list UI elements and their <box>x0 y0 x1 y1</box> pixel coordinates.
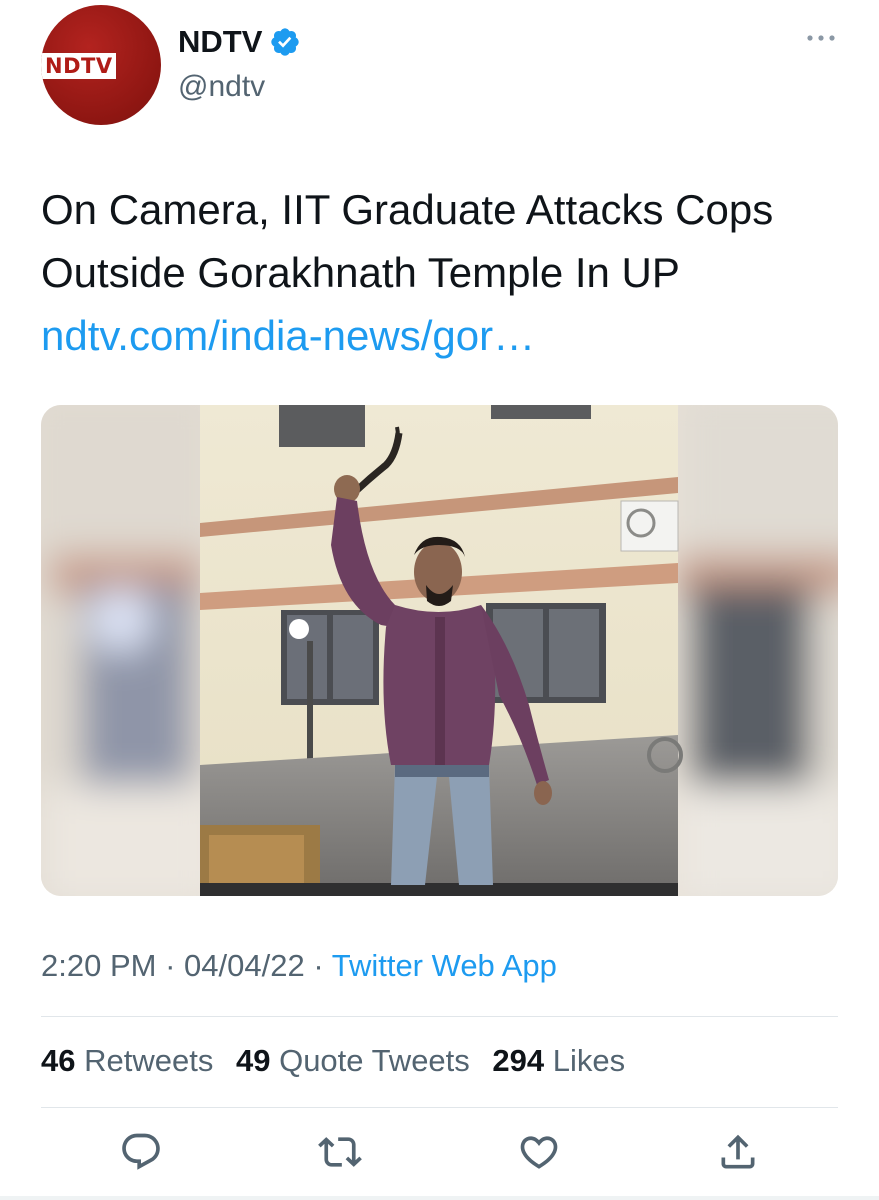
tweet-text: On Camera, IIT Graduate Attacks Cops Out… <box>41 178 841 367</box>
meta-separator: · <box>165 948 176 983</box>
avatar-logo-text: NDTV <box>41 53 116 79</box>
share-icon[interactable] <box>716 1130 760 1174</box>
author-display-name[interactable]: NDTV <box>178 24 262 60</box>
retweets-label: Retweets <box>84 1043 214 1078</box>
author-name-row: NDTV <box>178 24 301 60</box>
verified-badge-icon <box>271 28 300 56</box>
tweet-body: On Camera, IIT Graduate Attacks Cops Out… <box>41 186 774 296</box>
like-icon[interactable] <box>517 1130 561 1174</box>
meta-separator: · <box>313 948 324 983</box>
quote-tweets-label: Quote Tweets <box>279 1043 470 1078</box>
tweet-media-video[interactable] <box>41 405 838 896</box>
tweet-time[interactable]: 2:20 PM <box>41 948 156 983</box>
video-frame <box>41 405 838 896</box>
quote-tweets-stat[interactable]: 49 Quote Tweets <box>236 1043 470 1078</box>
likes-label: Likes <box>552 1043 626 1078</box>
retweets-stat[interactable]: 46 Retweets <box>41 1043 213 1078</box>
tweet-actions <box>0 1130 879 1180</box>
divider <box>41 1016 838 1017</box>
author-handle[interactable]: @ndtv <box>178 70 265 104</box>
avatar[interactable]: NDTV <box>41 5 161 125</box>
divider <box>41 1107 838 1108</box>
tweet-stats: 46 Retweets 49 Quote Tweets 294 Likes <box>41 1043 639 1079</box>
bottom-divider <box>0 1196 879 1200</box>
tweet-link[interactable]: ndtv.com/india-news/gor… <box>41 312 535 359</box>
ndtv-logo: NDTV <box>41 53 161 79</box>
quote-tweets-count: 49 <box>235 1043 271 1078</box>
more-options-icon[interactable] <box>803 30 839 46</box>
likes-stat[interactable]: 294 Likes <box>492 1043 625 1078</box>
likes-count: 294 <box>492 1043 545 1078</box>
tweet-date[interactable]: 04/04/22 <box>184 948 305 983</box>
reply-icon[interactable] <box>119 1130 163 1174</box>
tweet-source[interactable]: Twitter Web App <box>332 948 557 983</box>
retweet-icon[interactable] <box>318 1130 362 1174</box>
tweet-meta: 2:20 PM · 04/04/22 · Twitter Web App <box>41 948 557 984</box>
retweets-count: 46 <box>41 1043 76 1078</box>
